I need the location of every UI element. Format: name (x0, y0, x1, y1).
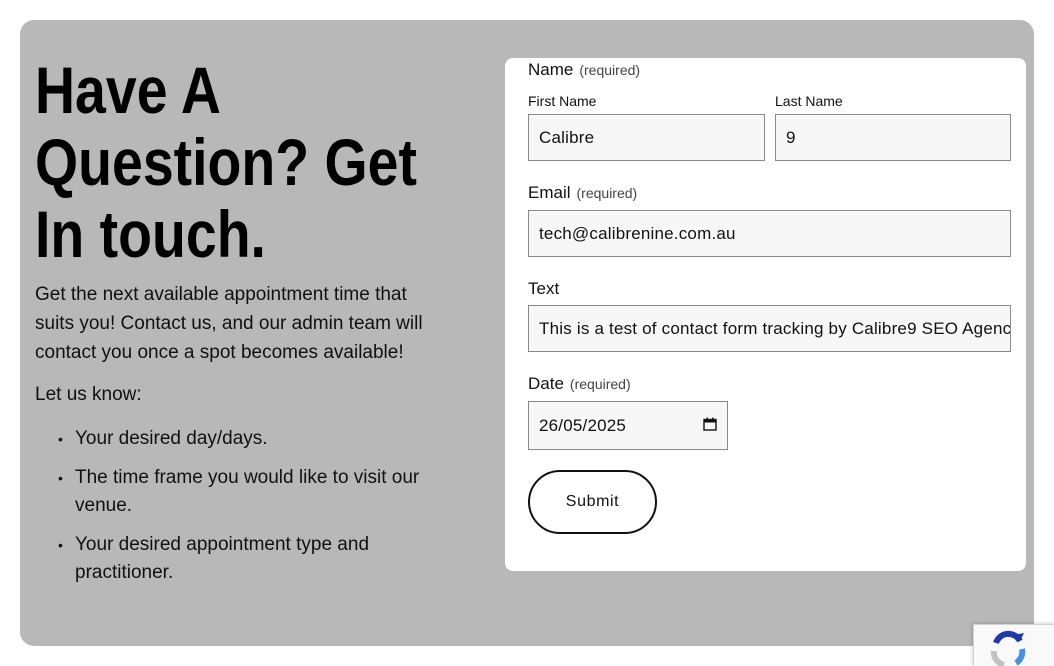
bullet-icon: • (58, 431, 63, 447)
contact-intro: Have A Question? Get In touch. Get the n… (35, 54, 435, 598)
date-label-text: Date (528, 374, 564, 393)
bullet-icon: • (58, 470, 63, 486)
date-label: Date (required) (528, 374, 631, 394)
first-name-label: First Name (528, 93, 597, 109)
last-name-input[interactable]: 9 (775, 114, 1011, 161)
page-title: Have A Question? Get In touch. (35, 54, 438, 270)
list-item: • Your desired day/days. (35, 425, 435, 453)
email-input[interactable]: tech@calibrenine.com.au (528, 210, 1011, 257)
name-label-text: Name (528, 60, 574, 79)
info-list: • Your desired day/days. • The time frame … (35, 425, 435, 587)
list-item-text: Your desired appointment type and practi… (75, 534, 370, 583)
required-marker: (required) (569, 376, 631, 392)
required-marker: (required) (579, 62, 641, 78)
list-item: • Your desired appointment type and pract… (35, 531, 435, 587)
text-label: Text (528, 279, 560, 298)
calendar-icon[interactable] (703, 417, 717, 431)
first-name-input[interactable]: Calibre (528, 114, 765, 161)
recaptcha-badge[interactable] (973, 624, 1054, 666)
bullet-icon: • (58, 537, 63, 553)
submit-button[interactable]: Submit (528, 470, 657, 534)
contact-form: Name (required) First Name Calibre Last N… (505, 58, 1026, 571)
page-title-line-1: Have A (35, 53, 221, 127)
name-label: Name (required) (528, 60, 640, 80)
page-title-line-3: In touch. (35, 197, 266, 271)
required-marker: (required) (576, 185, 638, 201)
email-label-text: Email (528, 183, 571, 202)
last-name-label: Last Name (775, 93, 843, 109)
list-item-text: Your desired day/days. (75, 428, 268, 449)
let-us-know-text: Let us know: (35, 384, 142, 405)
contact-section: Have A Question? Get In touch. Get the n… (20, 20, 1034, 646)
text-input[interactable]: This is a test of contact form tracking … (528, 305, 1011, 352)
list-item: • The time frame you would like to visit … (35, 464, 435, 520)
email-label: Email (required) (528, 183, 637, 203)
list-item-text: The time frame you would like to visit o… (75, 467, 420, 516)
date-input-value: 26/05/2025 (539, 415, 627, 435)
intro-text: Get the next available appointment time … (35, 284, 423, 363)
page-title-line-2: Question? Get (35, 125, 417, 199)
recaptcha-logo-icon (990, 630, 1026, 666)
date-input[interactable]: 26/05/2025 (528, 401, 728, 450)
